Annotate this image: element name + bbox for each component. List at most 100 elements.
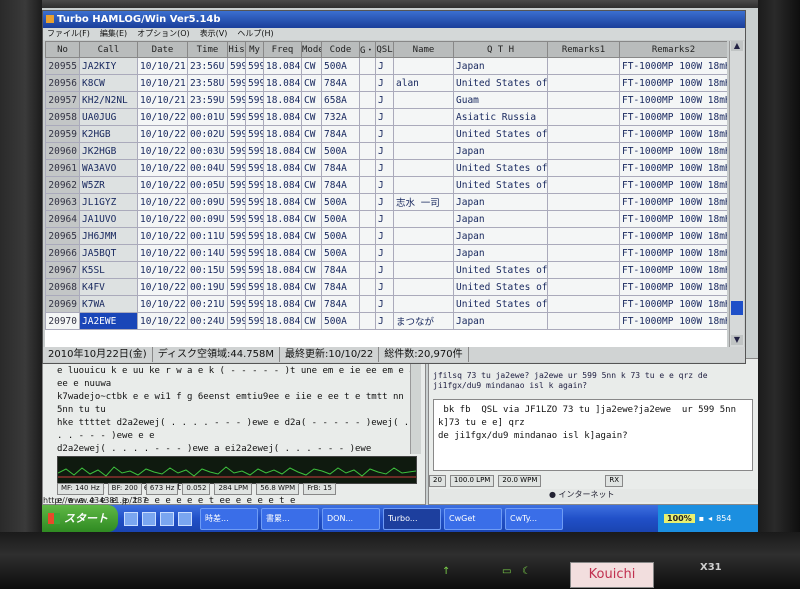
cell-qsl[interactable]: J: [375, 91, 394, 109]
cell-mode[interactable]: CW: [301, 244, 322, 262]
cell-time[interactable]: 23:56U: [187, 57, 228, 75]
cell-my[interactable]: 599: [245, 57, 264, 75]
cell-call[interactable]: K5SL: [79, 261, 138, 279]
cell-my[interactable]: 599: [245, 108, 264, 126]
cell-gl[interactable]: [359, 108, 376, 126]
cell-name[interactable]: [393, 91, 454, 109]
cell-freq[interactable]: 18.084: [263, 210, 302, 228]
cell-qsl[interactable]: J: [375, 278, 394, 296]
cell-call[interactable]: WA3AVO: [79, 159, 138, 177]
cell-my[interactable]: 599: [245, 244, 264, 262]
cell-no[interactable]: 20966: [45, 244, 80, 262]
menu-help[interactable]: ヘルプ(H): [237, 28, 273, 40]
column-header[interactable]: Q T H: [453, 41, 548, 58]
cell-freq[interactable]: 18.084: [263, 278, 302, 296]
cell-code[interactable]: 500A: [321, 57, 360, 75]
cell-remarks2[interactable]: FT-1000MP 100W 18mH: [619, 57, 727, 75]
cell-remarks2[interactable]: FT-1000MP 100W 18mH: [619, 193, 727, 211]
cell-mode[interactable]: CW: [301, 295, 322, 313]
cell-name[interactable]: [393, 210, 454, 228]
cell-my[interactable]: 599: [245, 125, 264, 143]
column-header[interactable]: Remarks2: [619, 41, 727, 58]
cell-call[interactable]: JA1UVO: [79, 210, 138, 228]
cell-mode[interactable]: CW: [301, 278, 322, 296]
cell-mode[interactable]: CW: [301, 125, 322, 143]
cell-my[interactable]: 599: [245, 142, 264, 160]
cell-qth[interactable]: Guam: [453, 91, 548, 109]
cell-time[interactable]: 00:11U: [187, 227, 228, 245]
column-header[interactable]: G・L: [359, 41, 376, 58]
cell-time[interactable]: 00:01U: [187, 108, 228, 126]
cell-name[interactable]: [393, 125, 454, 143]
cell-qth[interactable]: Japan: [453, 57, 548, 75]
cell-qsl[interactable]: J: [375, 57, 394, 75]
cell-time[interactable]: 23:58U: [187, 74, 228, 92]
cell-gl[interactable]: [359, 295, 376, 313]
cell-name[interactable]: [393, 142, 454, 160]
cell-my[interactable]: 599: [245, 210, 264, 228]
cell-remarks1[interactable]: [547, 142, 620, 160]
cell-name[interactable]: 志水 一司: [393, 193, 454, 211]
cell-code[interactable]: 784A: [321, 159, 360, 177]
cell-qsl[interactable]: J: [375, 244, 394, 262]
cell-remarks2[interactable]: FT-1000MP 100W 18mH: [619, 142, 727, 160]
cell-gl[interactable]: [359, 193, 376, 211]
cell-time[interactable]: 23:59U: [187, 91, 228, 109]
cell-remarks1[interactable]: [547, 278, 620, 296]
cell-no[interactable]: 20968: [45, 278, 80, 296]
cell-remarks2[interactable]: FT-1000MP 100W 18mH: [619, 125, 727, 143]
cw-decoder-window[interactable]: e luouicu k e uu ke r w a e k ( - - - - …: [42, 358, 426, 506]
cell-date[interactable]: 10/10/22: [137, 278, 188, 296]
cell-my[interactable]: 599: [245, 91, 264, 109]
cell-qth[interactable]: United States of: [453, 125, 548, 143]
cell-call[interactable]: UA0JUG: [79, 108, 138, 126]
cell-call[interactable]: JK2HGB: [79, 142, 138, 160]
battery-indicator[interactable]: 100%: [664, 514, 695, 523]
cell-no[interactable]: 20967: [45, 261, 80, 279]
cell-qsl[interactable]: J: [375, 159, 394, 177]
cell-remarks2[interactable]: FT-1000MP 100W 18mH: [619, 261, 727, 279]
cell-call[interactable]: JA2EWE: [79, 312, 138, 330]
log-row[interactable]: 20962 W5ZR 10/10/22 00:05U 599 599 18.084 CW 784…: [45, 176, 727, 194]
cell-freq[interactable]: 18.084: [263, 261, 302, 279]
cell-his[interactable]: 599: [227, 142, 246, 160]
cell-time[interactable]: 00:15U: [187, 261, 228, 279]
cell-time[interactable]: 00:04U: [187, 159, 228, 177]
log-grid[interactable]: NoCallDateTimeHisMyFreqModeCodeG・LQSLNam…: [45, 41, 727, 347]
cell-his[interactable]: 599: [227, 57, 246, 75]
log-row[interactable]: 20955 JA2KIY 10/10/21 23:56U 599 599 18.084 CW 5…: [45, 57, 727, 75]
cell-date[interactable]: 10/10/21: [137, 57, 188, 75]
cell-remarks2[interactable]: FT-1000MP 100W 18mH: [619, 210, 727, 228]
log-row[interactable]: 20957 KH2/N2NL 10/10/21 23:59U 599 599 18.084 C…: [45, 91, 727, 109]
tray-clock[interactable]: 854: [716, 514, 731, 523]
cell-my[interactable]: 599: [245, 159, 264, 177]
cell-his[interactable]: 599: [227, 193, 246, 211]
log-row[interactable]: 20967 K5SL 10/10/22 00:15U 599 599 18.084 CW 784…: [45, 261, 727, 279]
cell-date[interactable]: 10/10/22: [137, 295, 188, 313]
cell-no[interactable]: 20963: [45, 193, 80, 211]
cell-code[interactable]: 784A: [321, 74, 360, 92]
scroll-thumb[interactable]: [731, 301, 743, 315]
cell-my[interactable]: 599: [245, 176, 264, 194]
cell-mode[interactable]: CW: [301, 108, 322, 126]
cell-date[interactable]: 10/10/22: [137, 159, 188, 177]
cell-his[interactable]: 599: [227, 244, 246, 262]
cell-my[interactable]: 599: [245, 193, 264, 211]
cell-code[interactable]: 658A: [321, 91, 360, 109]
cell-his[interactable]: 599: [227, 261, 246, 279]
cell-call[interactable]: K8CW: [79, 74, 138, 92]
cell-date[interactable]: 10/10/22: [137, 108, 188, 126]
cell-time[interactable]: 00:21U: [187, 295, 228, 313]
cell-qth[interactable]: Japan: [453, 312, 548, 330]
cell-mode[interactable]: CW: [301, 312, 322, 330]
media-icon[interactable]: [178, 511, 192, 526]
cell-time[interactable]: 00:09U: [187, 193, 228, 211]
cell-qth[interactable]: United States of: [453, 176, 548, 194]
cell-time[interactable]: 00:19U: [187, 278, 228, 296]
cell-code[interactable]: 500A: [321, 193, 360, 211]
log-row[interactable]: 20958 UA0JUG 10/10/22 00:01U 599 599 18.084 CW 7…: [45, 108, 727, 126]
cell-qsl[interactable]: J: [375, 74, 394, 92]
scroll-up-arrow[interactable]: ▲: [731, 41, 743, 51]
column-header[interactable]: No: [45, 41, 80, 58]
cell-call[interactable]: JL1GYZ: [79, 193, 138, 211]
